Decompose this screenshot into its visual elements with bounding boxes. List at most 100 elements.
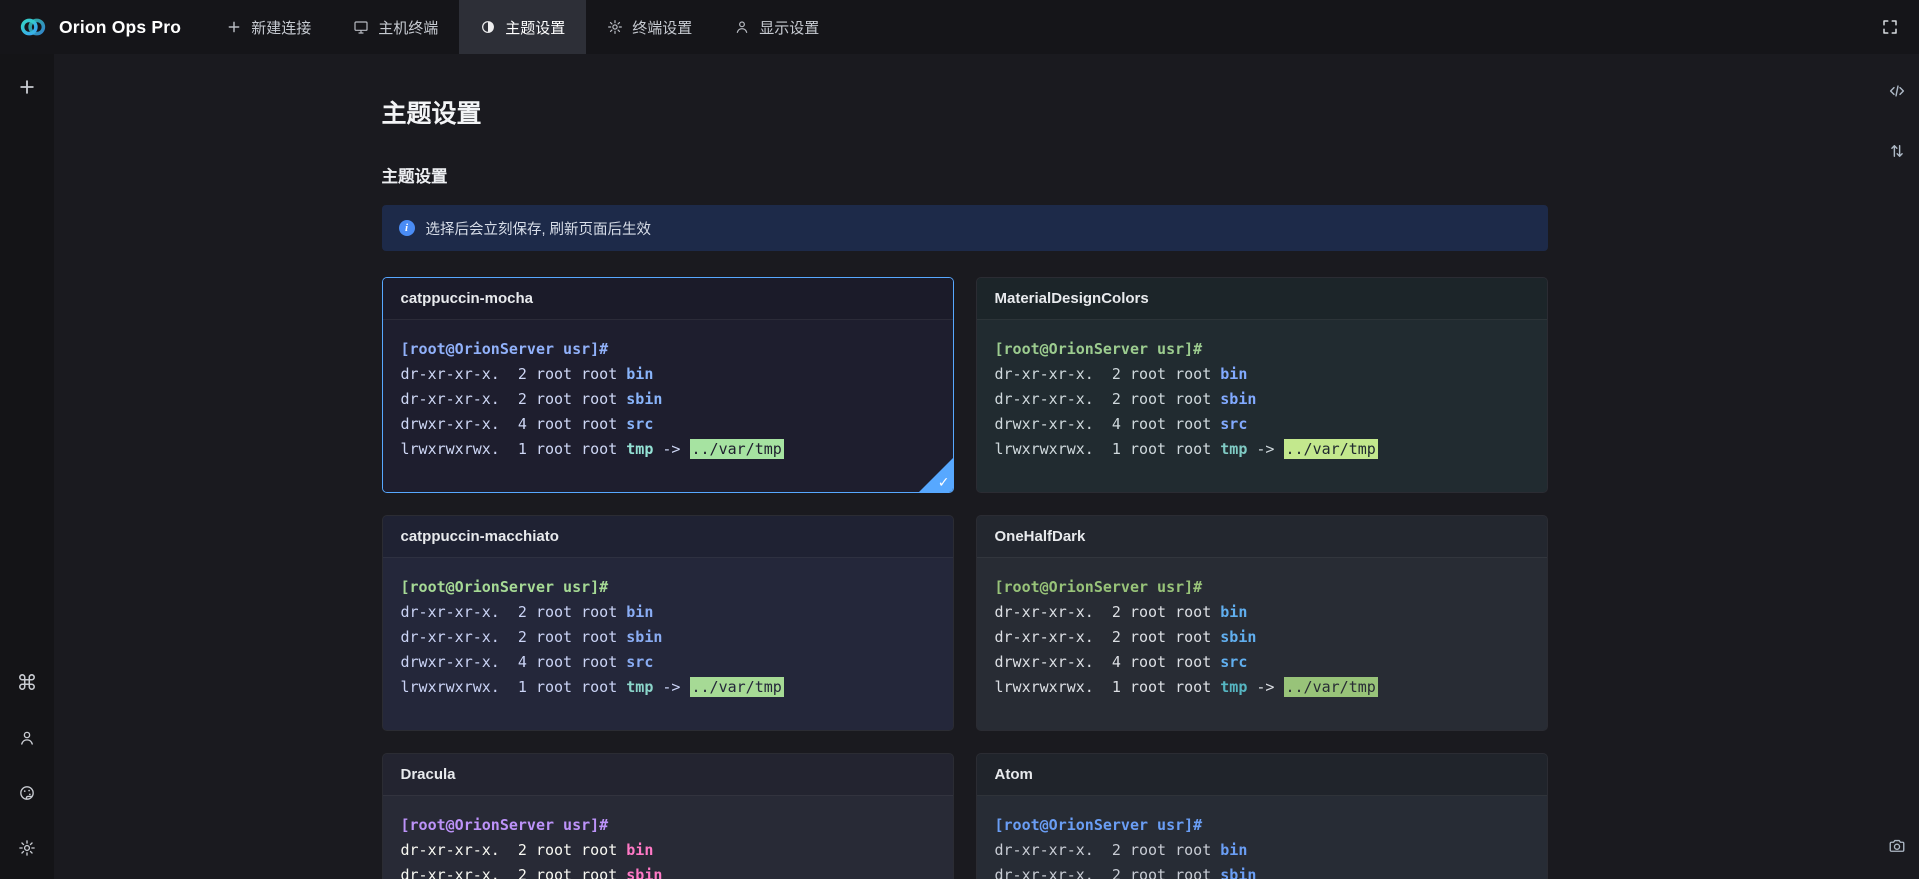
theme-name: OneHalfDark (977, 516, 1547, 558)
dir-name: src (1220, 415, 1247, 433)
terminal-prompt: [root@OrionServer usr]# (401, 337, 935, 362)
info-icon: i (399, 220, 415, 236)
left-rail-top (10, 70, 44, 104)
terminal-line: drwxr-xr-x. 4 root root src (401, 412, 935, 437)
nav-item-label: 终端设置 (632, 17, 692, 38)
app-title: Orion Ops Pro (59, 17, 181, 38)
nav-item-new-connection[interactable]: 新建连接 (205, 0, 332, 54)
dir-name: sbin (1220, 390, 1256, 408)
fullscreen-icon (1881, 18, 1899, 36)
terminal-line: dr-xr-xr-x. 2 root root sbin (401, 863, 935, 879)
terminal-line: dr-xr-xr-x. 2 root root sbin (995, 625, 1529, 650)
fullscreen-button[interactable] (1881, 18, 1899, 36)
dir-name: sbin (1220, 866, 1256, 879)
left-rail-bottom: ⌘ (10, 666, 44, 865)
nav-item-label: 新建连接 (251, 17, 311, 38)
code-button[interactable] (1880, 74, 1914, 108)
theme-card-OneHalfDark[interactable]: OneHalfDark[root@OrionServer usr]#dr-xr-… (976, 515, 1548, 731)
user-icon (734, 19, 750, 35)
terminal-icon (353, 19, 369, 35)
terminal-line: dr-xr-xr-x. 2 root root sbin (995, 863, 1529, 879)
terminal-preview: [root@OrionServer usr]#dr-xr-xr-x. 2 roo… (977, 558, 1547, 730)
terminal-line: dr-xr-xr-x. 2 root root bin (995, 362, 1529, 387)
dir-name: src (626, 653, 653, 671)
camera-button[interactable] (1880, 829, 1914, 863)
theme-name: catppuccin-mocha (383, 278, 953, 320)
nav-item-label: 显示设置 (759, 17, 819, 38)
info-alert-text: 选择后会立刻保存, 刷新页面后生效 (426, 218, 652, 239)
nav-item-theme-settings[interactable]: 主题设置 (459, 0, 586, 54)
settings-panel: 主题设置 主题设置 i 选择后会立刻保存, 刷新页面后生效 catppuccin… (382, 54, 1548, 879)
theme-name: Atom (977, 754, 1547, 796)
terminal-line: drwxr-xr-x. 4 root root src (401, 650, 935, 675)
theme-card-catppuccin-mocha[interactable]: catppuccin-mocha [root@OrionServer usr]# d… (382, 277, 954, 493)
navbar-right (1881, 0, 1919, 54)
dir-name: sbin (1220, 628, 1256, 646)
terminal-preview: [root@OrionServer usr]#dr-xr-xr-x. 2 roo… (383, 558, 953, 730)
nav-item-terminal-settings[interactable]: 终端设置 (586, 0, 713, 54)
terminal-prompt: [root@OrionServer usr]# (401, 575, 935, 600)
top-navbar: Orion Ops Pro 新建连接 主机终端 主题设置 终端设置 显示设置 (0, 0, 1919, 54)
theme-card-catppuccin-macchiato[interactable]: catppuccin-macchiato[root@OrionServer us… (382, 515, 954, 731)
section-title: 主题设置 (382, 163, 1548, 187)
nav-item-display-settings[interactable]: 显示设置 (713, 0, 840, 54)
symlink-name: tmp (1220, 440, 1247, 458)
terminal-preview: [root@OrionServer usr]#dr-xr-xr-x. 2 roo… (977, 796, 1547, 879)
theme-name: Dracula (383, 754, 953, 796)
terminal-line: dr-xr-xr-x. 2 root root bin (995, 838, 1529, 863)
theme-card-Dracula[interactable]: Dracula [root@OrionServer usr]# dr-xr-xr-x… (382, 753, 954, 879)
terminal-prompt: [root@OrionServer usr]# (995, 813, 1529, 838)
terminal-prompt: [root@OrionServer usr]# (995, 337, 1529, 362)
dir-name: sbin (626, 628, 662, 646)
right-rail-top (1880, 74, 1914, 168)
theme-card-MaterialDesignColors[interactable]: MaterialDesignColors[root@OrionServer us… (976, 277, 1548, 493)
gear-button[interactable] (10, 831, 44, 865)
command-button[interactable]: ⌘ (10, 666, 44, 700)
terminal-line: dr-xr-xr-x. 2 root root bin (995, 600, 1529, 625)
page-title: 主题设置 (382, 94, 1548, 130)
theme-grid: catppuccin-mocha[root@OrionServer usr]#d… (382, 277, 1548, 879)
terminal-line: lrwxrwxrwx. 1 root root tmp -> ../var/tm… (401, 437, 935, 462)
theme-card-Atom[interactable]: Atom[root@OrionServer usr]#dr-xr-xr-x. 2… (976, 753, 1548, 879)
sort-icon (1888, 142, 1906, 160)
left-rail: ⌘ (0, 54, 54, 879)
dir-name: sbin (626, 390, 662, 408)
dir-name: bin (626, 841, 653, 859)
plus-icon (226, 19, 242, 35)
terminal-line: lrwxrwxrwx. 1 root root tmp -> ../var/tm… (995, 675, 1529, 700)
right-rail-bottom (1880, 829, 1914, 863)
user-button[interactable] (10, 721, 44, 755)
palette-icon (18, 784, 36, 802)
dir-name: bin (1220, 603, 1247, 621)
user-icon (18, 729, 36, 747)
symlink-target: ../var/tmp (1284, 677, 1378, 697)
symlink-name: tmp (626, 440, 653, 458)
symlink-target: ../var/tmp (690, 439, 784, 459)
dir-name: bin (1220, 841, 1247, 859)
plus-button[interactable] (10, 70, 44, 104)
info-alert: i 选择后会立刻保存, 刷新页面后生效 (382, 205, 1548, 251)
terminal-preview: [root@OrionServer usr]# dr-xr-xr-x. 2 roo… (383, 320, 953, 492)
palette-button[interactable] (10, 776, 44, 810)
plus-icon (17, 77, 37, 97)
terminal-line: dr-xr-xr-x. 2 root root sbin (401, 387, 935, 412)
nav-item-host-terminal[interactable]: 主机终端 (332, 0, 459, 54)
terminal-line: lrwxrwxrwx. 1 root root tmp -> ../var/tm… (401, 675, 935, 700)
right-rail (1875, 54, 1919, 879)
sort-button[interactable] (1880, 134, 1914, 168)
terminal-line: drwxr-xr-x. 4 root root src (995, 412, 1529, 437)
check-icon: ✓ (938, 474, 950, 491)
brand[interactable]: Orion Ops Pro (0, 0, 205, 54)
terminal-line: drwxr-xr-x. 4 root root src (995, 650, 1529, 675)
symlink-target: ../var/tmp (1284, 439, 1378, 459)
terminal-prompt: [root@OrionServer usr]# (401, 813, 935, 838)
nav-item-label: 主机终端 (378, 17, 438, 38)
nav-item-label: 主题设置 (505, 17, 565, 38)
terminal-prompt: [root@OrionServer usr]# (995, 575, 1529, 600)
symlink-name: tmp (1220, 678, 1247, 696)
dir-name: src (1220, 653, 1247, 671)
theme-icon (480, 19, 496, 35)
terminal-line: lrwxrwxrwx. 1 root root tmp -> ../var/tm… (995, 437, 1529, 462)
camera-icon (1888, 837, 1906, 855)
main-content: 主题设置 主题设置 i 选择后会立刻保存, 刷新页面后生效 catppuccin… (54, 54, 1875, 879)
